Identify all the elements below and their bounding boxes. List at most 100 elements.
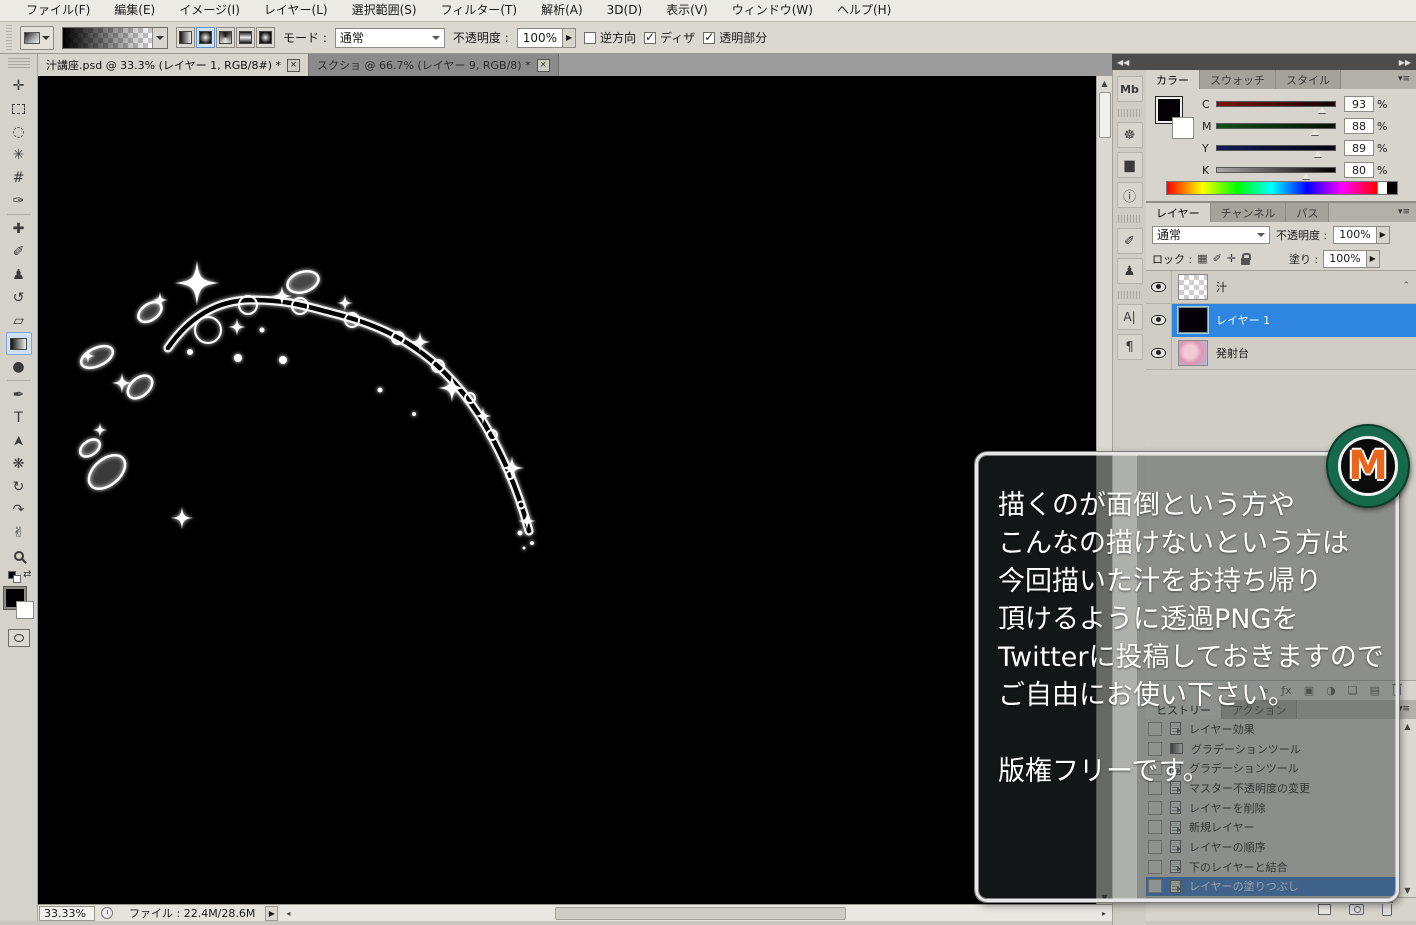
lock-all-icon[interactable] — [1241, 258, 1250, 265]
blur-tool[interactable]: ● — [6, 355, 32, 378]
delete-state-icon[interactable] — [1382, 904, 1392, 916]
histogram-panel-icon[interactable]: ▆ — [1117, 152, 1143, 178]
lock-pixels-icon[interactable]: ✐ — [1213, 252, 1222, 265]
reverse-checkbox[interactable]: 逆方向 — [584, 29, 636, 46]
brush-panel-icon[interactable]: ✐ — [1117, 228, 1143, 254]
close-icon[interactable]: × — [537, 59, 550, 72]
path-selection-tool[interactable]: ➤ — [6, 429, 32, 452]
document-canvas[interactable] — [38, 76, 1096, 904]
vertical-scroll-thumb[interactable] — [1099, 92, 1111, 138]
opacity-input[interactable]: 100% — [517, 28, 563, 48]
menu-edit[interactable]: 編集(E) — [102, 0, 167, 21]
layer-opacity-input[interactable]: 100% — [1333, 226, 1376, 244]
gradient-editor-preview[interactable] — [62, 27, 168, 49]
panel-menu-icon[interactable] — [1396, 74, 1412, 85]
quick-mask-button[interactable] — [8, 629, 30, 647]
spectrum-black[interactable] — [1387, 182, 1397, 194]
angle-gradient-button[interactable] — [216, 27, 235, 48]
menu-file[interactable]: ファイル(F) — [14, 0, 102, 21]
background-color-swatch[interactable] — [16, 601, 34, 619]
clone-source-panel-icon[interactable]: ♟ — [1117, 258, 1143, 284]
hand-tool[interactable]: ✌ — [6, 521, 32, 544]
layer-fill-slider-button[interactable]: ▶ — [1367, 250, 1380, 268]
magenta-value[interactable]: 88 — [1344, 118, 1374, 134]
tab-color[interactable]: カラー — [1146, 70, 1200, 89]
tab-layers[interactable]: レイヤー — [1146, 203, 1211, 222]
slider-handle[interactable] — [1302, 169, 1310, 179]
tab-document-1[interactable]: 汁講座.psd @ 33.3% (レイヤー 1, RGB/8#) * × — [38, 54, 309, 76]
tab-channels[interactable]: チャンネル — [1211, 203, 1287, 222]
slider-handle[interactable] — [1314, 147, 1322, 157]
black-value[interactable]: 80 — [1344, 162, 1374, 178]
eye-icon[interactable] — [1151, 348, 1166, 358]
type-tool[interactable]: T — [6, 406, 32, 429]
menu-3d[interactable]: 3D(D) — [595, 0, 654, 21]
dock-collapse-bar[interactable]: ◀◀ ▶▶ — [1112, 54, 1416, 70]
paragraph-panel-icon[interactable]: ¶ — [1117, 334, 1143, 360]
tool-preset-picker[interactable] — [20, 26, 54, 50]
lasso-tool[interactable]: ◌ — [6, 120, 32, 143]
info-panel-icon[interactable]: ⓘ — [1117, 182, 1143, 208]
spectrum-gradient[interactable] — [1167, 182, 1377, 194]
menu-filter[interactable]: フィルター(T) — [429, 0, 529, 21]
scroll-up-icon[interactable]: ▲ — [1400, 719, 1416, 733]
zoom-level-input[interactable]: 33.33% — [39, 906, 95, 921]
custom-shape-tool[interactable]: ❋ — [6, 452, 32, 475]
slider-handle[interactable] — [1318, 103, 1326, 113]
clone-stamp-tool[interactable]: ♟ — [6, 263, 32, 286]
3d-orbit-tool[interactable]: ↷ — [6, 498, 32, 521]
layers-scroll-up-icon[interactable]: ⌃ — [1402, 281, 1410, 291]
collapse-left-icon[interactable]: ◀◀ — [1117, 58, 1129, 67]
menu-analysis[interactable]: 解析(A) — [529, 0, 595, 21]
blend-mode-select[interactable]: 通常 — [335, 28, 445, 48]
background-color-swatch[interactable] — [1172, 117, 1194, 139]
tab-paths[interactable]: パス — [1286, 203, 1329, 222]
layer-row-hasshadai[interactable]: 発射台 — [1146, 337, 1416, 370]
move-tool[interactable]: ✛ — [6, 74, 32, 97]
yellow-value[interactable]: 89 — [1344, 140, 1374, 156]
layer-thumbnail[interactable] — [1178, 307, 1208, 333]
status-flyout-button[interactable]: ▶ — [265, 906, 278, 921]
panel-menu-icon[interactable] — [1396, 207, 1412, 218]
new-snapshot-icon[interactable] — [1349, 904, 1364, 915]
visibility-cell[interactable] — [1146, 337, 1172, 370]
layer-row-layer1[interactable]: レイヤー 1 — [1146, 304, 1416, 337]
cyan-slider[interactable] — [1216, 101, 1336, 107]
linear-gradient-button[interactable] — [176, 27, 195, 48]
3d-rotate-tool[interactable]: ↻ — [6, 475, 32, 498]
layer-opacity-slider-button[interactable]: ▶ — [1377, 226, 1390, 244]
collapse-right-icon[interactable]: ▶▶ — [1399, 58, 1411, 67]
tab-document-2[interactable]: スクショ @ 66.7% (レイヤー 9, RGB/8) * × — [309, 54, 559, 76]
swap-colors-icon[interactable]: ⇄ — [23, 569, 31, 580]
menu-view[interactable]: 表示(V) — [654, 0, 720, 21]
new-document-from-state-icon[interactable] — [1318, 904, 1331, 915]
radial-gradient-button[interactable] — [196, 27, 215, 48]
eye-icon[interactable] — [1151, 315, 1166, 325]
menu-layer[interactable]: レイヤー(L) — [252, 0, 340, 21]
mini-bridge-panel-icon[interactable]: Mb — [1117, 76, 1143, 102]
visibility-cell[interactable] — [1146, 304, 1172, 337]
opacity-slider-button[interactable]: ▶ — [563, 28, 576, 48]
horizontal-scroll-thumb[interactable] — [555, 907, 846, 920]
layer-thumbnail[interactable] — [1178, 274, 1208, 300]
color-spectrum-ramp[interactable] — [1166, 181, 1398, 195]
navigator-panel-icon[interactable]: ☸ — [1117, 122, 1143, 148]
tab-styles[interactable]: スタイル — [1276, 70, 1341, 89]
transparency-checkbox[interactable]: 透明部分 — [703, 29, 767, 46]
scroll-left-icon[interactable]: ◂ — [280, 906, 296, 920]
eraser-tool[interactable]: ▱ — [6, 309, 32, 332]
close-icon[interactable]: × — [287, 59, 300, 72]
crop-tool[interactable]: # — [6, 166, 32, 189]
brush-tool[interactable]: ✐ — [6, 240, 32, 263]
tab-swatches[interactable]: スウォッチ — [1200, 70, 1276, 89]
menu-select[interactable]: 選択範囲(S) — [340, 0, 429, 21]
toolstrip-grip[interactable] — [8, 58, 30, 70]
black-slider[interactable] — [1216, 167, 1336, 173]
magenta-slider[interactable] — [1216, 123, 1336, 129]
gradient-picker-dropdown[interactable] — [152, 28, 167, 48]
rectangular-marquee-tool[interactable] — [6, 97, 32, 120]
lock-transparency-icon[interactable]: ▦ — [1197, 252, 1207, 265]
history-brush-tool[interactable]: ↺ — [6, 286, 32, 309]
visibility-cell[interactable] — [1146, 271, 1172, 304]
eyedropper-tool[interactable]: ✑ — [6, 189, 32, 212]
